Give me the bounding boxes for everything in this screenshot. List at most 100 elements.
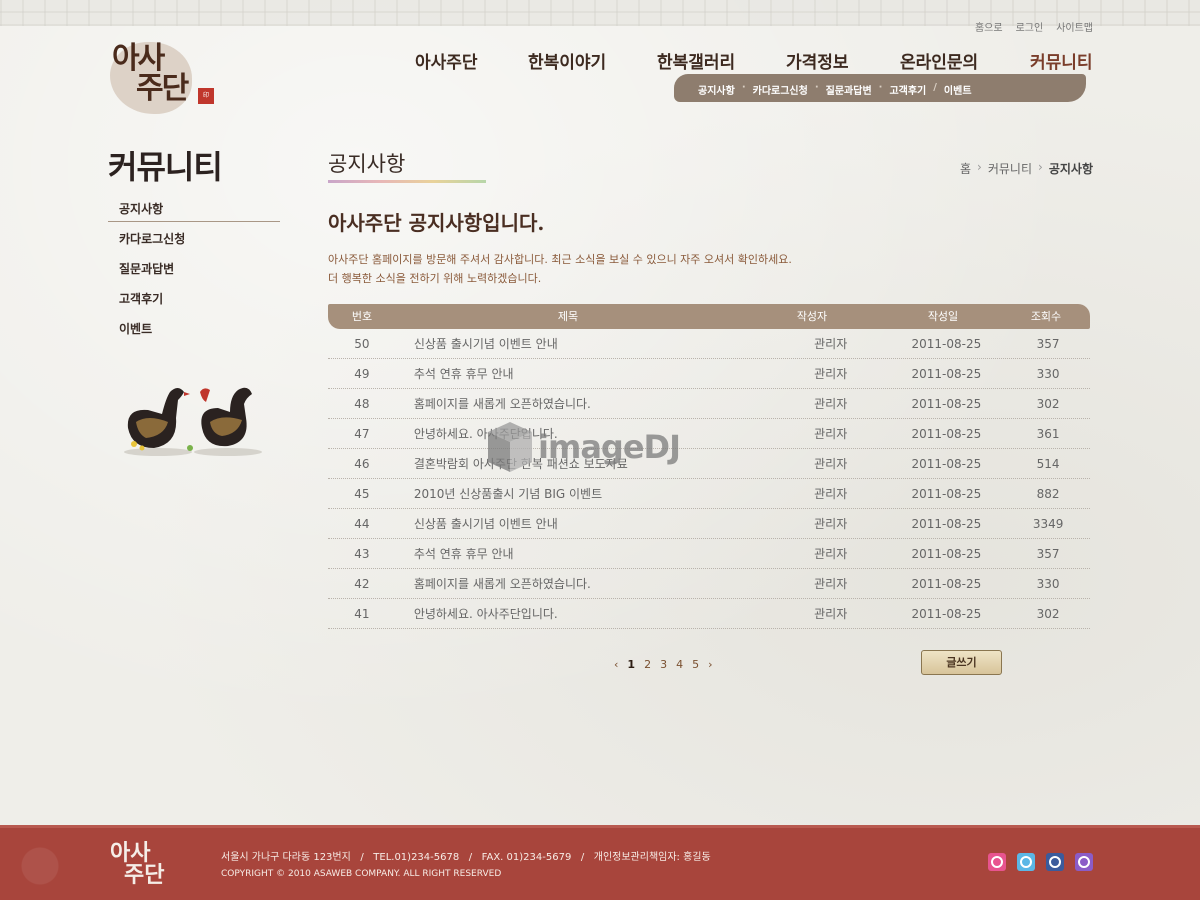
row-title[interactable]: 신상품 출시기념 이벤트 안내 [396,329,775,358]
subnav-notice[interactable]: 공지사항 [698,82,735,97]
row-date: 2011-08-25 [911,517,982,531]
row-views: 330 [1036,577,1060,591]
subnav-event[interactable]: 이벤트 [944,82,972,97]
page-2[interactable]: 2 [644,658,651,671]
breadcrumb-home[interactable]: 홈 [960,160,971,177]
pagination: ‹ 1 2 3 4 5 › [614,658,712,671]
table-row[interactable]: 45 2010년 신상품출시 기념 BIG 이벤트 관리자 2011-08-25 882 [328,479,1090,509]
header-title: 제목 [557,310,579,323]
row-date: 2011-08-25 [911,547,982,561]
breadcrumb-separator: › [1038,160,1043,174]
row-number: 44 [354,517,370,531]
watermark: imageDJ [480,418,725,476]
row-author: 관리자 [814,487,848,501]
table-row[interactable]: 44 신상품 출시기념 이벤트 안내 관리자 2011-08-25 3349 [328,509,1090,539]
table-row[interactable]: 50 신상품 출시기념 이벤트 안내 관리자 2011-08-25 357 [328,329,1090,359]
facebook-icon[interactable] [1046,853,1064,871]
sidebar-item-review[interactable]: 고객후기 [108,288,280,318]
row-title[interactable]: 홈페이지를 새롭게 오픈하였습니다. [396,389,775,418]
subnav-separator: · [878,82,883,93]
subnav-qna[interactable]: 질문과답변 [826,82,872,97]
breadcrumb-current: 공지사항 [1048,162,1093,176]
row-author: 관리자 [814,547,848,561]
row-views: 330 [1036,367,1060,381]
row-author: 관리자 [814,367,848,381]
row-title[interactable]: 홈페이지를 새롭게 오픈하였습니다. [396,569,775,598]
page-1[interactable]: 1 [627,658,635,671]
row-views: 361 [1036,427,1060,441]
row-author: 관리자 [814,607,848,621]
row-title[interactable]: 2010년 신상품출시 기념 BIG 이벤트 [396,479,775,508]
me2day-icon[interactable] [988,853,1006,871]
footer-address: 서울시 가나구 다라동 123번지 / TEL.01)234-5678 / FA… [221,852,711,863]
footer-copyright: COPYRIGHT © 2010 ASAWEB COMPANY. ALL RIG… [221,869,502,879]
home-link[interactable]: 홈으로 [975,19,1003,34]
page-5[interactable]: 5 [692,658,699,671]
row-title[interactable]: 안녕하세요. 아사주단입니다. [396,599,775,628]
row-number: 42 [354,577,370,591]
table-row[interactable]: 41 안녕하세요. 아사주단입니다. 관리자 2011-08-25 302 [328,599,1090,629]
table-row[interactable]: 48 홈페이지를 새롭게 오픈하였습니다. 관리자 2011-08-25 302 [328,389,1090,419]
login-link[interactable]: 로그인 [1016,19,1044,34]
row-number: 49 [354,367,370,381]
row-author: 관리자 [814,397,848,411]
breadcrumb-separator: › [977,160,982,174]
sidebar-item-catalog[interactable]: 카다로그신청 [108,228,280,258]
row-number: 41 [354,607,370,621]
utility-links: 홈으로 로그인 사이트맵 [975,19,1093,34]
breadcrumb: 홈 › 커뮤니티 › 공지사항 [960,160,1093,177]
gnb-asajudan[interactable]: 아사주단 [415,48,478,73]
subnav-catalog[interactable]: 카다로그신청 [753,82,808,97]
intro-line-2: 더 행복한 소식을 전하기 위해 노력하겠습니다. [328,272,542,285]
main-navigation: 아사주단 한복이야기 한복갤러리 가격정보 온라인문의 커뮤니티 [0,48,1200,73]
intro-text: 아사주단 홈페이지를 방문해 주셔서 감사합니다. 최근 소식을 보실 수 있으… [328,250,792,288]
row-author: 관리자 [814,577,848,591]
subnav: 공지사항 · 카다로그신청 · 질문과답변 · 고객후기 / 이벤트 [698,82,972,97]
sidebar-menu: 공지사항 카다로그신청 질문과답변 고객후기 이벤트 [108,198,280,348]
row-number: 43 [354,547,370,561]
row-date: 2011-08-25 [911,457,982,471]
row-title[interactable]: 추석 연휴 휴무 안내 [396,359,775,388]
table-row[interactable]: 43 추석 연휴 휴무 안내 관리자 2011-08-25 357 [328,539,1090,569]
header-number: 번호 [351,310,373,323]
row-title[interactable]: 추석 연휴 휴무 안내 [396,539,775,568]
next-page-button[interactable]: › [708,658,712,671]
page-3[interactable]: 3 [660,658,667,671]
table-row[interactable]: 42 홈페이지를 새롭게 오픈하였습니다. 관리자 2011-08-25 330 [328,569,1090,599]
footer-logo: 아사 주단 [106,842,186,896]
subnav-separator: / [933,82,937,93]
row-number: 46 [354,457,370,471]
row-views: 357 [1036,547,1060,561]
row-date: 2011-08-25 [911,487,982,501]
sidebar-item-notice[interactable]: 공지사항 [108,198,280,222]
gnb-price-info[interactable]: 가격정보 [786,48,849,73]
row-number: 47 [354,427,370,441]
sidebar-item-qna[interactable]: 질문과답변 [108,258,280,288]
title-underline [328,180,486,183]
row-date: 2011-08-25 [911,367,982,381]
table-body: 50 신상품 출시기념 이벤트 안내 관리자 2011-08-25 357 49 추석 연휴… [328,329,1090,629]
gnb-hanbok-story[interactable]: 한복이야기 [528,48,606,73]
sidebar-title: 커뮤니티 [108,148,223,186]
yozm-icon[interactable] [1075,853,1093,871]
prev-page-button[interactable]: ‹ [614,658,618,671]
subnav-review[interactable]: 고객후기 [889,82,926,97]
row-author: 관리자 [814,337,848,351]
logo-stamp: 印 [198,88,214,104]
gnb-online-inquiry[interactable]: 온라인문의 [900,48,978,73]
breadcrumb-community[interactable]: 커뮤니티 [988,160,1032,177]
page-title: 공지사항 [328,152,406,176]
row-author: 관리자 [814,457,848,471]
page-4[interactable]: 4 [676,658,683,671]
row-title[interactable]: 신상품 출시기념 이벤트 안내 [396,509,775,538]
twitter-icon[interactable] [1017,853,1035,871]
sitemap-link[interactable]: 사이트맵 [1056,19,1093,34]
gnb-hanbok-gallery[interactable]: 한복갤러리 [657,48,735,73]
table-row[interactable]: 49 추석 연휴 휴무 안내 관리자 2011-08-25 330 [328,359,1090,389]
gnb-community[interactable]: 커뮤니티 [1030,48,1093,73]
row-date: 2011-08-25 [911,337,982,351]
footer-logo-text: 아사 주단 [106,842,164,886]
sidebar-item-event[interactable]: 이벤트 [108,318,280,348]
write-button[interactable]: 글쓰기 [921,650,1002,675]
intro-line-1: 아사주단 홈페이지를 방문해 주셔서 감사합니다. 최근 소식을 보실 수 있으… [328,253,792,266]
